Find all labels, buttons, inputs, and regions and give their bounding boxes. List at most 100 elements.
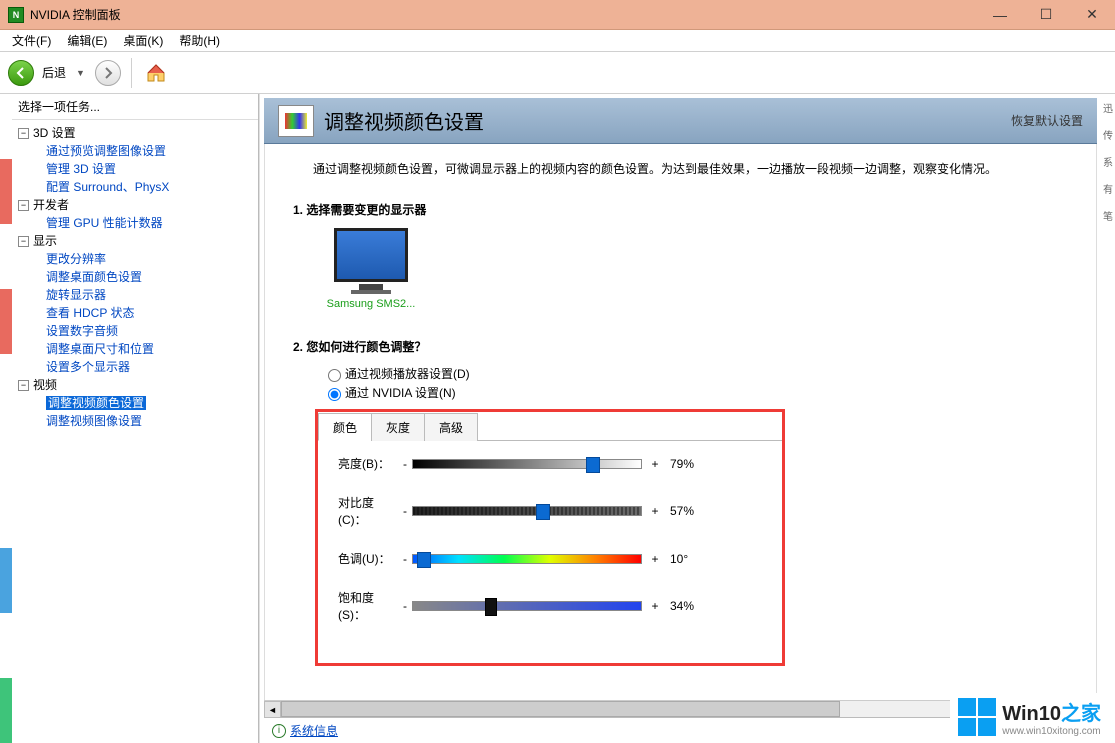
highlight-box: 颜色 灰度 高级 亮度(B)：-+79%对比度(C)：-+57%色调(U)：-+…: [315, 409, 785, 666]
scroll-left-icon[interactable]: ◄: [264, 701, 281, 718]
plus-icon[interactable]: +: [648, 552, 662, 566]
tabs: 颜色 灰度 高级: [318, 412, 782, 441]
tree-item[interactable]: 设置多个显示器: [46, 360, 130, 374]
display-label: Samsung SMS2...: [323, 298, 419, 310]
menu-desktop[interactable]: 桌面(K): [115, 30, 171, 51]
tree-item[interactable]: 旋转显示器: [46, 288, 106, 302]
slider-thumb[interactable]: [417, 552, 431, 568]
radio-label: 通过 NVIDIA 设置(N): [345, 384, 456, 401]
home-button[interactable]: [142, 59, 170, 87]
main-header: 调整视频颜色设置 恢复默认设置: [264, 98, 1097, 144]
toolbar: 后退 ▼: [0, 52, 1115, 94]
brand-en: Win10: [1002, 703, 1061, 725]
plus-icon[interactable]: +: [648, 599, 662, 613]
radio-player-settings[interactable]: 通过视频播放器设置(D): [323, 365, 1076, 382]
radio-input[interactable]: [328, 369, 341, 382]
slider-track[interactable]: [412, 506, 642, 516]
minus-icon[interactable]: -: [398, 504, 412, 518]
slider-label: 色调(U)：: [338, 550, 398, 567]
step1-title: 1. 选择需要变更的显示器: [293, 201, 1076, 218]
tree-item[interactable]: 通过预览调整图像设置: [46, 144, 166, 158]
slider-row: 亮度(B)：- +79%: [338, 455, 772, 472]
minus-icon[interactable]: -: [398, 457, 412, 471]
close-button[interactable]: ✕: [1069, 0, 1115, 30]
main-body: 通过调整视频颜色设置，可微调显示器上的视频内容的颜色设置。为达到最佳效果，一边播…: [264, 144, 1097, 700]
tree-item[interactable]: 调整桌面尺寸和位置: [46, 342, 154, 356]
scroll-thumb[interactable]: [281, 701, 840, 717]
radio-nvidia-settings[interactable]: 通过 NVIDIA 设置(N): [323, 384, 1076, 401]
tree-group-3d[interactable]: 3D 设置: [33, 124, 76, 142]
back-label: 后退: [42, 64, 66, 81]
toolbar-separator: [131, 58, 132, 88]
header-icon: [278, 105, 314, 137]
minus-icon[interactable]: -: [398, 552, 412, 566]
menu-edit[interactable]: 编辑(E): [59, 30, 115, 51]
slider-track[interactable]: [412, 554, 642, 564]
main-panel: 调整视频颜色设置 恢复默认设置 通过调整视频颜色设置，可微调显示器上的视频内容的…: [259, 94, 1101, 743]
tree-item[interactable]: 调整视频图像设置: [46, 414, 142, 428]
system-info-link[interactable]: 系统信息: [290, 722, 338, 739]
tree-item[interactable]: 设置数字音频: [46, 324, 118, 338]
right-strip: 迅传系有笔: [1101, 94, 1115, 743]
slider-track[interactable]: [412, 601, 642, 611]
tree-toggle[interactable]: −: [18, 236, 29, 247]
tab-gamma[interactable]: 灰度: [371, 413, 425, 441]
plus-icon[interactable]: +: [648, 504, 662, 518]
window-title: NVIDIA 控制面板: [30, 6, 977, 23]
plus-icon[interactable]: +: [648, 457, 662, 471]
tree-item-selected[interactable]: 调整视频颜色设置: [46, 396, 146, 410]
minimize-button[interactable]: ―: [977, 0, 1023, 30]
slider-thumb[interactable]: [586, 457, 600, 473]
slider-thumb[interactable]: [536, 504, 550, 520]
titlebar: N NVIDIA 控制面板 ― ☐ ✕: [0, 0, 1115, 30]
watermark: Win10之家 www.win10xitong.com: [950, 693, 1109, 741]
slider-row: 色调(U)：- +10°: [338, 550, 772, 567]
page-title: 调整视频颜色设置: [324, 106, 1011, 135]
display-selector[interactable]: Samsung SMS2...: [323, 228, 419, 310]
slider-thumb[interactable]: [485, 598, 497, 616]
tree-toggle[interactable]: −: [18, 380, 29, 391]
menubar: 文件(F) 编辑(E) 桌面(K) 帮助(H): [0, 30, 1115, 52]
tree-group-dev[interactable]: 开发者: [33, 196, 69, 214]
tree-toggle[interactable]: −: [18, 128, 29, 139]
slider-label: 对比度(C)：: [338, 494, 398, 528]
menu-help[interactable]: 帮助(H): [171, 30, 228, 51]
slider-label: 亮度(B)：: [338, 455, 398, 472]
brand-url: www.win10xitong.com: [1002, 726, 1101, 737]
tree-item[interactable]: 调整桌面颜色设置: [46, 270, 142, 284]
radio-input[interactable]: [328, 388, 341, 401]
task-tree: −3D 设置 通过预览调整图像设置 管理 3D 设置 配置 Surround、P…: [12, 120, 258, 743]
slider-value: 57%: [670, 504, 716, 518]
tree-toggle[interactable]: −: [18, 200, 29, 211]
tree-item[interactable]: 更改分辨率: [46, 252, 106, 266]
app-icon: N: [8, 7, 24, 23]
sidebar-header: 选择一项任务...: [12, 94, 258, 120]
restore-defaults-link[interactable]: 恢复默认设置: [1011, 112, 1083, 129]
slider-track[interactable]: [412, 459, 642, 469]
slider-row: 饱和度(S)：- +34%: [338, 589, 772, 623]
description-text: 通过调整视频颜色设置，可微调显示器上的视频内容的颜色设置。为达到最佳效果，一边播…: [313, 160, 1076, 177]
maximize-button[interactable]: ☐: [1023, 0, 1069, 30]
back-dropdown-icon[interactable]: ▼: [76, 68, 85, 78]
radio-label: 通过视频播放器设置(D): [345, 365, 470, 382]
tab-color[interactable]: 颜色: [318, 413, 372, 441]
slider-value: 10°: [670, 552, 716, 566]
back-button[interactable]: [8, 60, 34, 86]
tree-group-display[interactable]: 显示: [33, 232, 57, 250]
windows-logo-icon: [958, 698, 996, 736]
tree-item[interactable]: 查看 HDCP 状态: [46, 306, 134, 320]
forward-button[interactable]: [95, 60, 121, 86]
tree-group-video[interactable]: 视频: [33, 376, 57, 394]
slider-label: 饱和度(S)：: [338, 589, 398, 623]
slider-value: 34%: [670, 599, 716, 613]
tab-advanced[interactable]: 高级: [424, 413, 478, 441]
tree-item[interactable]: 管理 3D 设置: [46, 162, 116, 176]
monitor-icon: [334, 228, 408, 282]
minus-icon[interactable]: -: [398, 599, 412, 613]
brand-zh: 之家: [1061, 703, 1101, 725]
tree-item[interactable]: 配置 Surround、PhysX: [46, 180, 169, 194]
left-color-strip: [0, 94, 12, 743]
tree-item[interactable]: 管理 GPU 性能计数器: [46, 216, 163, 230]
menu-file[interactable]: 文件(F): [4, 30, 59, 51]
slider-value: 79%: [670, 457, 716, 471]
